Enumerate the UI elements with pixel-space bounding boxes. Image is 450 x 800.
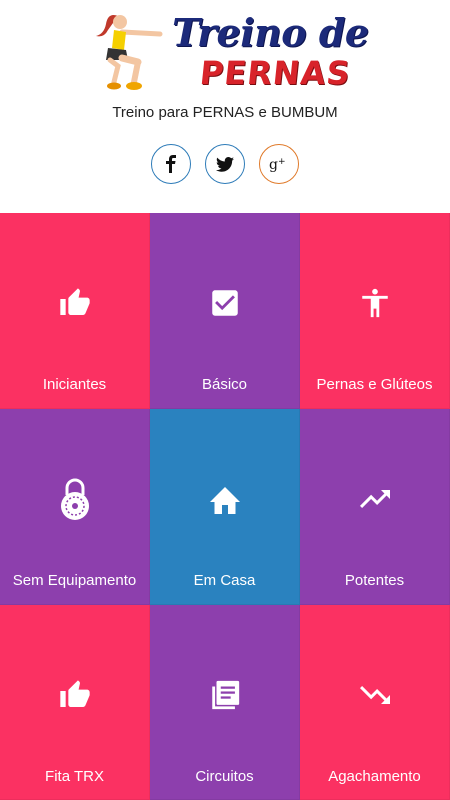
logo-title: Treino de — [172, 10, 369, 55]
article-icon — [205, 675, 245, 715]
social-buttons: g + — [0, 144, 450, 188]
app-subtitle: Treino para PERNAS e BUMBUM — [112, 104, 338, 121]
tile-em-casa[interactable]: Em Casa — [150, 409, 300, 605]
logo-subtitle: PERNAS — [198, 54, 353, 92]
thumbs-up-icon — [55, 675, 95, 715]
tile-pernas-e-gluteos[interactable]: Pernas e Glúteos — [300, 213, 450, 409]
lock-icon — [55, 478, 95, 520]
app-logo: Treino de PERNAS — [88, 8, 369, 96]
google-plus-icon: g + — [269, 157, 286, 172]
tile-label: Pernas e Glúteos — [316, 376, 433, 393]
tile-iniciantes[interactable]: Iniciantes — [0, 213, 150, 409]
app-header: Treino de PERNAS Treino para PERNAS e BU… — [0, 0, 450, 213]
home-icon — [205, 479, 245, 519]
category-grid: Iniciantes Básico Pernas e Glúteos Sem E… — [0, 213, 450, 800]
tile-sem-equipamento[interactable]: Sem Equipamento — [0, 409, 150, 605]
trending-down-icon — [355, 675, 395, 715]
tile-label: Iniciantes — [42, 376, 107, 393]
tile-potentes[interactable]: Potentes — [300, 409, 450, 605]
tile-basico[interactable]: Básico — [150, 213, 300, 409]
tile-label: Sem Equipamento — [12, 572, 137, 589]
tile-label: Em Casa — [193, 572, 256, 589]
twitter-button[interactable] — [205, 144, 245, 184]
thumbs-up-icon — [55, 283, 95, 323]
twitter-icon — [216, 156, 234, 172]
trending-up-icon — [355, 479, 395, 519]
tile-label: Circuitos — [195, 768, 254, 785]
tile-circuitos[interactable]: Circuitos — [150, 605, 300, 800]
person-icon — [355, 283, 395, 323]
tile-label: Fita TRX — [45, 768, 104, 785]
tile-fita-trx[interactable]: Fita TRX — [0, 605, 150, 800]
facebook-icon — [166, 155, 176, 173]
tile-label: Potentes — [344, 572, 405, 589]
tile-agachamento[interactable]: Agachamento — [300, 605, 450, 800]
tile-label: Básico — [201, 376, 248, 393]
google-plus-button[interactable]: g + — [259, 144, 299, 184]
svg-text:+: + — [278, 157, 286, 167]
checkbox-icon — [205, 283, 245, 323]
tile-label: Agachamento — [328, 768, 421, 785]
svg-text:g: g — [269, 157, 278, 172]
facebook-button[interactable] — [151, 144, 191, 184]
squat-figure-illustration — [96, 15, 163, 90]
